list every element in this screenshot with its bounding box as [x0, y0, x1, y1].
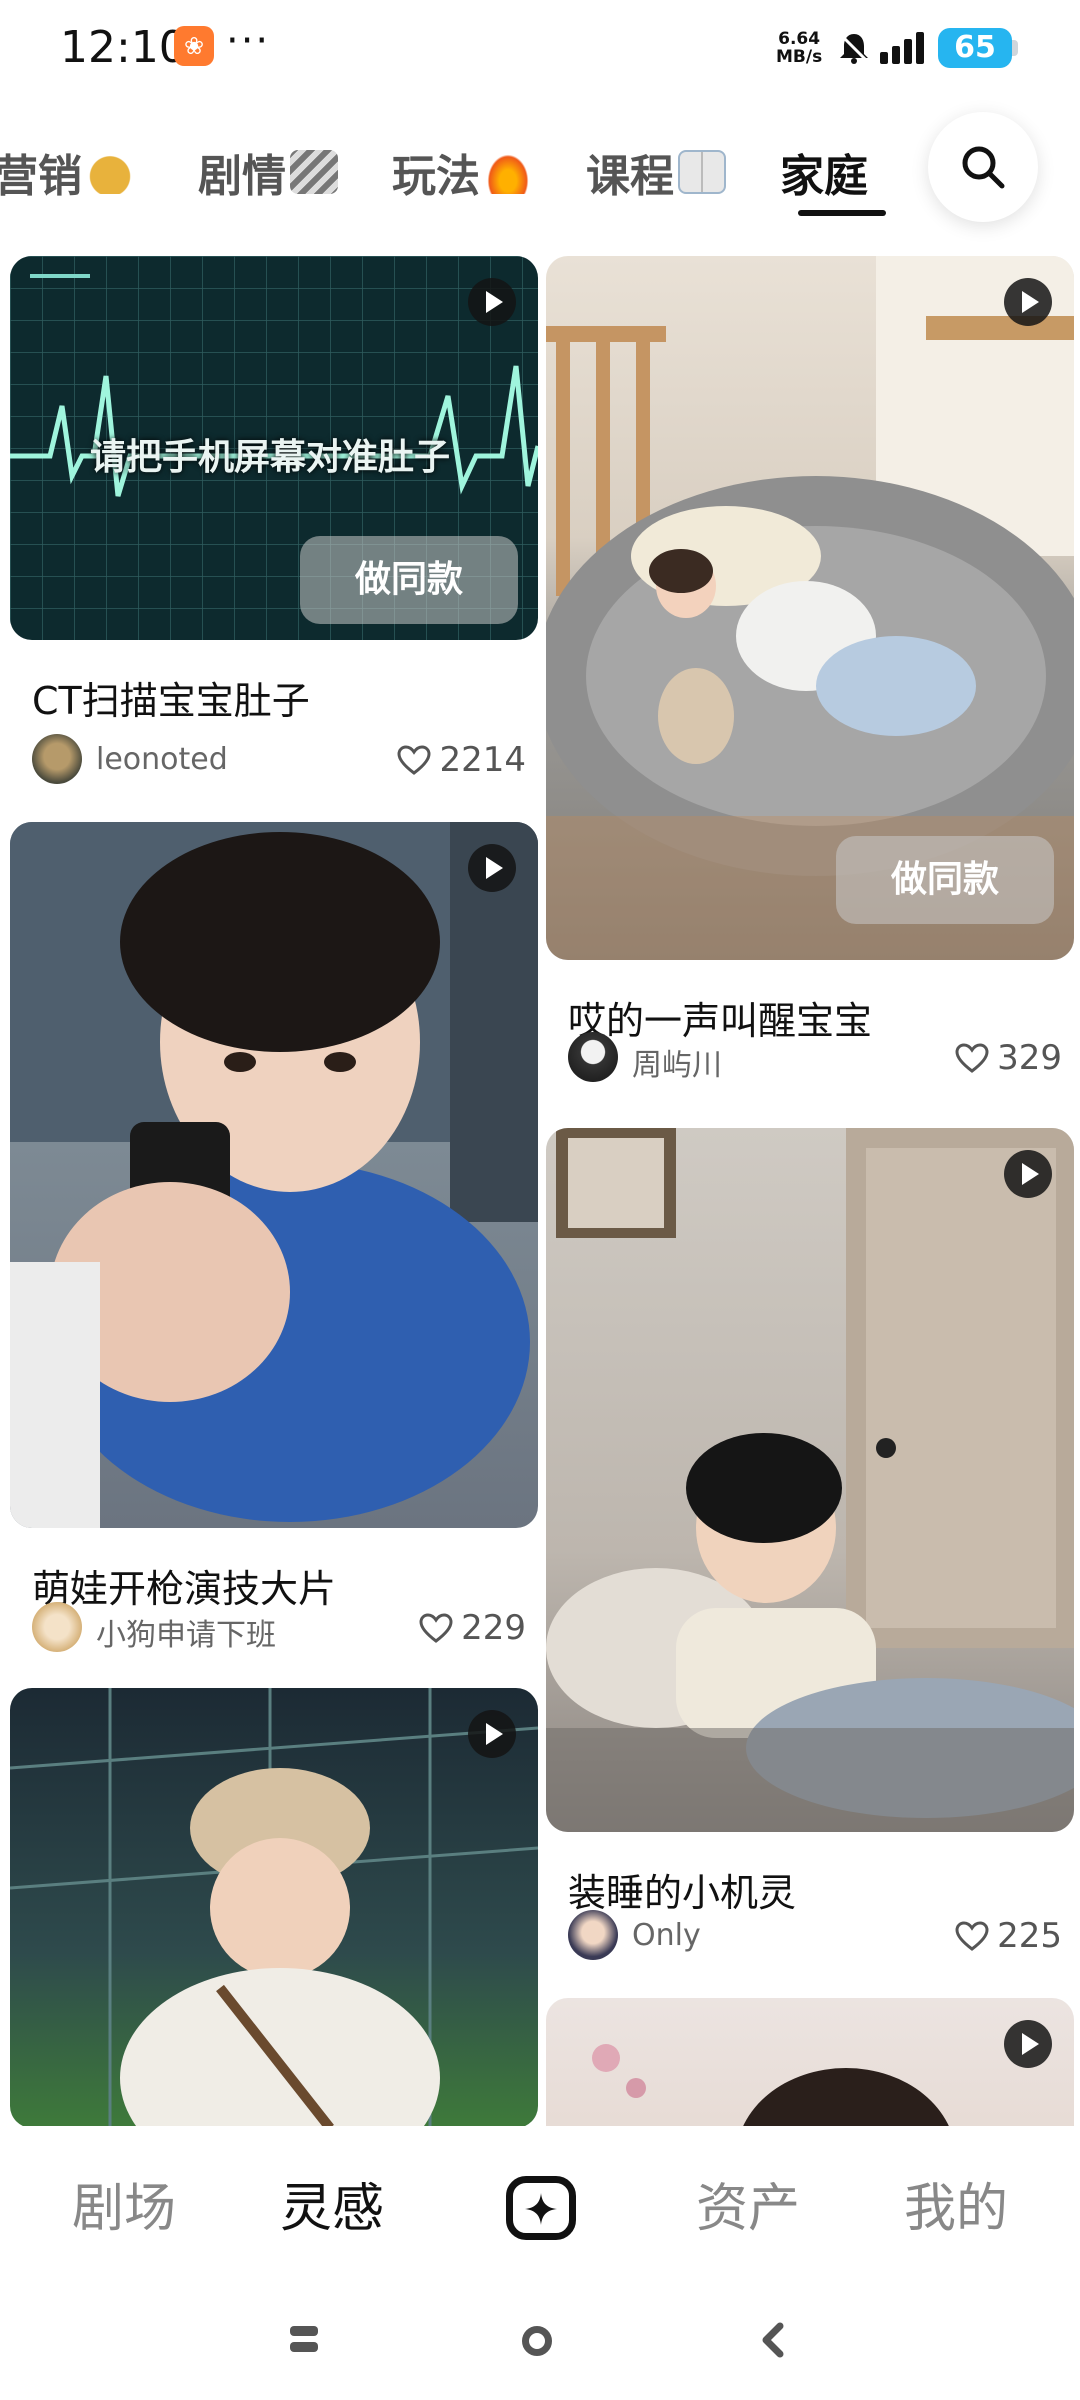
tab-label: 玩法 [392, 151, 480, 202]
feed-card[interactable]: 请把手机屏幕对准肚子 做同款 CT扫描宝宝肚子 leonoted 2214 [10, 256, 538, 796]
boy-in-bed-image [546, 1128, 1074, 1832]
card-thumbnail[interactable]: 请把手机屏幕对准肚子 做同款 [10, 256, 538, 640]
play-icon [468, 1710, 516, 1758]
nav-theater[interactable]: 剧场 [72, 2166, 176, 2241]
author-avatar[interactable] [32, 734, 82, 784]
like-count[interactable]: 225 [955, 1916, 1062, 1956]
inspiration-feed: 请把手机屏幕对准肚子 做同款 CT扫描宝宝肚子 leonoted 2214 做同… [0, 256, 1080, 2126]
play-icon [1004, 278, 1052, 326]
status-bar: 12:10 ❀ ··· 6.64 MB/s 65 [0, 0, 1080, 100]
app-notification-icon: ❀ [174, 26, 214, 66]
feed-card[interactable] [10, 1688, 538, 2126]
feed-card[interactable] [546, 1998, 1074, 2126]
nav-profile[interactable]: 我的 [904, 2166, 1008, 2241]
more-notifications: ··· [226, 18, 271, 64]
card-meta: leonoted 2214 [32, 734, 526, 786]
card-meta: 小狗申请下班 229 [32, 1602, 526, 1654]
tab-marketing[interactable]: 营销 [0, 140, 134, 204]
heart-icon [955, 1921, 989, 1951]
like-count-value: 229 [461, 1608, 526, 1648]
author-name[interactable]: 周屿川 [632, 1040, 722, 1084]
category-tabs: 营销 剧情 玩法 课程 家庭 [0, 120, 1080, 230]
like-count[interactable]: 2214 [397, 740, 526, 780]
make-same-button[interactable]: 做同款 [836, 836, 1054, 924]
sparkle-icon [525, 2193, 557, 2225]
card-thumbnail[interactable] [10, 822, 538, 1528]
heart-icon [397, 745, 431, 775]
network-speed: 6.64 MB/s [776, 30, 822, 66]
like-count-value: 225 [997, 1916, 1062, 1956]
play-icon [1004, 2020, 1052, 2068]
nav-inspiration[interactable]: 灵感 [280, 2166, 384, 2241]
feed-card[interactable]: 做同款 哎的一声叫醒宝宝 周屿川 329 [546, 256, 1074, 1086]
card-thumbnail[interactable] [546, 1128, 1074, 1832]
recent-apps-button[interactable] [290, 2326, 318, 2354]
author-avatar[interactable] [568, 1032, 618, 1082]
tab-label: 家庭 [780, 151, 868, 202]
tab-label: 营销 [0, 151, 82, 202]
boy-with-pistol-image [10, 822, 538, 1528]
network-speed-value: 6.64 [778, 29, 821, 49]
search-button[interactable] [928, 112, 1038, 222]
author-avatar[interactable] [32, 1602, 82, 1652]
card-title: 装睡的小机灵 [568, 1871, 797, 1915]
bottom-navigation: 剧场 灵感 资产 我的 [0, 2126, 1080, 2286]
battery-indicator: 65 [938, 28, 1012, 68]
card-thumbnail[interactable] [546, 1998, 1074, 2126]
author-name[interactable]: Only [632, 1918, 701, 1953]
system-navigation-bar [0, 2286, 1080, 2400]
search-icon [962, 146, 1005, 189]
create-button[interactable] [506, 2176, 576, 2240]
battery-tip [1012, 40, 1018, 56]
active-tab-indicator [798, 210, 886, 216]
tab-gameplay[interactable]: 玩法 [392, 140, 532, 204]
back-button[interactable] [758, 2322, 788, 2358]
tab-story[interactable]: 剧情 [198, 140, 338, 204]
clock: 12:10 [60, 22, 187, 73]
like-count-value: 2214 [439, 740, 526, 780]
tab-label: 课程 [586, 151, 674, 202]
card-thumbnail[interactable] [10, 1688, 538, 2126]
play-icon [468, 278, 516, 326]
tab-label: 剧情 [198, 151, 286, 202]
signal-icon [880, 32, 924, 64]
fire-icon [484, 150, 532, 194]
card-thumbnail[interactable]: 做同款 [546, 256, 1074, 960]
boy-with-cap-image [10, 1688, 538, 2126]
tab-course[interactable]: 课程 [586, 140, 726, 204]
clapperboard-icon [290, 150, 338, 194]
nav-assets[interactable]: 资产 [696, 2166, 800, 2241]
card-meta: 周屿川 329 [568, 1032, 1062, 1084]
like-count[interactable]: 229 [419, 1608, 526, 1648]
play-icon [468, 844, 516, 892]
play-icon [1004, 1150, 1052, 1198]
mute-bell-icon [838, 32, 870, 64]
feed-card[interactable]: 萌娃开枪演技大片 小狗申请下班 229 [10, 822, 538, 1662]
network-speed-unit: MB/s [776, 47, 823, 67]
author-avatar[interactable] [568, 1910, 618, 1960]
heart-icon [419, 1613, 453, 1643]
like-count-value: 329 [997, 1038, 1062, 1078]
feed-card[interactable]: 装睡的小机灵 Only 225 [546, 1128, 1074, 1968]
card-title: CT扫描宝宝肚子 [32, 679, 310, 723]
money-bag-icon [86, 150, 134, 194]
author-name[interactable]: 小狗申请下班 [96, 1610, 276, 1654]
author-name[interactable]: leonoted [96, 742, 228, 777]
tab-family[interactable]: 家庭 [780, 140, 868, 204]
partial-thumbnail-image [592, 2044, 949, 2126]
heart-icon [955, 1043, 989, 1073]
make-same-button[interactable]: 做同款 [300, 536, 518, 624]
like-count[interactable]: 329 [955, 1038, 1062, 1078]
home-button[interactable] [522, 2326, 552, 2356]
book-icon [678, 150, 726, 194]
card-overlay-caption: 请把手机屏幕对准肚子 [90, 437, 451, 478]
card-meta: Only 225 [568, 1910, 1062, 1962]
